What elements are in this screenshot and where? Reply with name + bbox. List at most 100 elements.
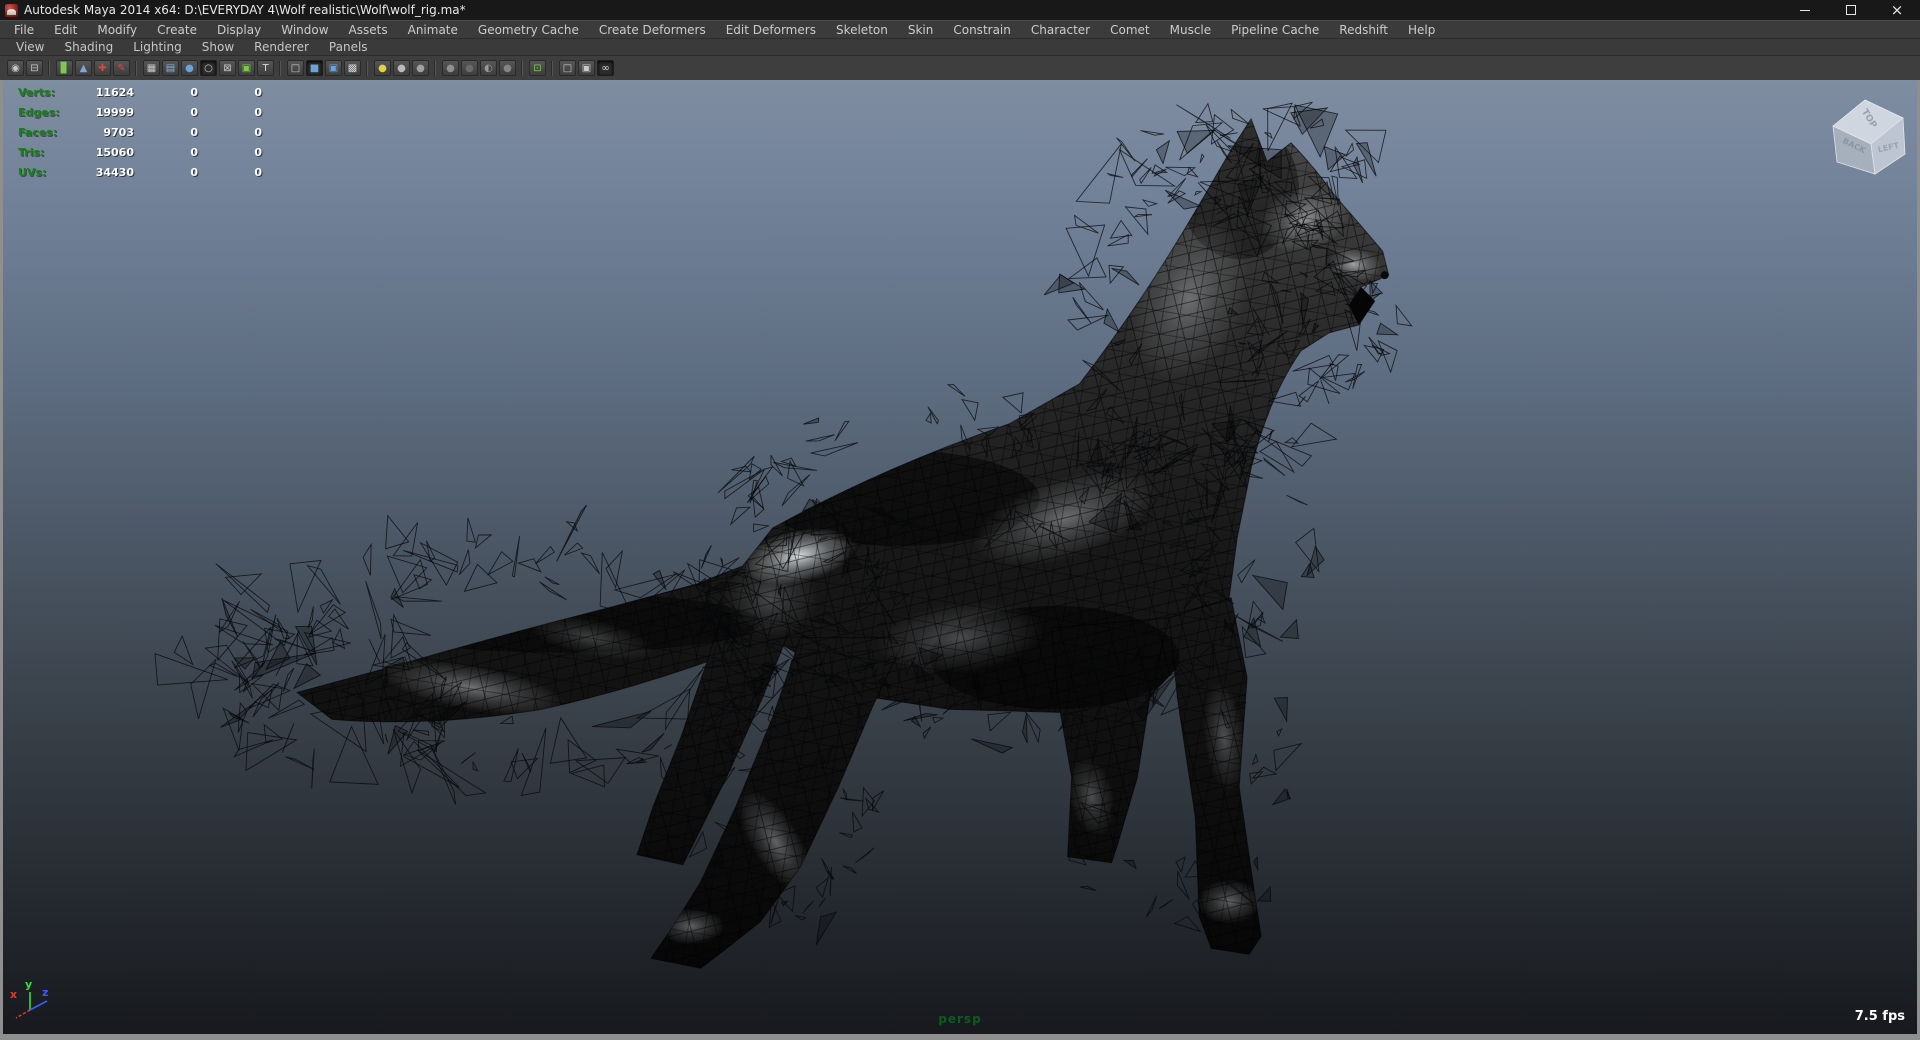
- menu-character[interactable]: Character: [1021, 23, 1100, 37]
- hud-label: Faces:: [18, 125, 58, 139]
- toolbar-separator: [279, 60, 282, 76]
- hud-row: Verts: 11624 0 0: [18, 82, 262, 102]
- wolf-nose: [1380, 271, 1389, 280]
- bookmark-icon[interactable]: ▊: [56, 60, 73, 76]
- restore-icon: [1846, 2, 1859, 15]
- gate-mask-icon[interactable]: ○: [200, 60, 217, 76]
- xray-active-components-icon[interactable]: ▣: [578, 60, 595, 76]
- menu-create[interactable]: Create: [147, 23, 207, 37]
- panel-menu-shading[interactable]: Shading: [54, 40, 123, 54]
- hud-row: Faces: 9703 0 0: [18, 122, 262, 142]
- hud-c2: 0: [190, 85, 198, 99]
- hud-c2: 0: [190, 105, 198, 119]
- panel-menu-view[interactable]: View: [6, 40, 54, 54]
- toolbar-separator: [366, 60, 369, 76]
- safe-action-icon[interactable]: ▣: [238, 60, 255, 76]
- menu-file[interactable]: File: [4, 23, 44, 37]
- panel-menu-lighting[interactable]: Lighting: [123, 40, 192, 54]
- resolution-gate-icon[interactable]: ●: [181, 60, 198, 76]
- menu-edit[interactable]: Edit: [44, 23, 87, 37]
- menu-comet[interactable]: Comet: [1100, 23, 1160, 37]
- menu-display[interactable]: Display: [207, 23, 271, 37]
- film-gate-icon[interactable]: ▤: [162, 60, 179, 76]
- toolbar-separator: [135, 60, 138, 76]
- use-all-lights-icon[interactable]: ●: [374, 60, 391, 76]
- close-button[interactable]: ×: [1874, 0, 1920, 20]
- motion-blur-icon[interactable]: ◐: [480, 60, 497, 76]
- minimize-button[interactable]: [1782, 0, 1828, 20]
- panel-menu-renderer[interactable]: Renderer: [244, 40, 319, 54]
- title-bar: Autodesk Maya 2014 x64: D:\EVERYDAY 4\Wo…: [0, 0, 1920, 20]
- window-controls: ×: [1782, 0, 1920, 20]
- panel-menu-show[interactable]: Show: [192, 40, 244, 54]
- depth-of-field-icon[interactable]: ●: [499, 60, 516, 76]
- hud-c2: 0: [190, 145, 198, 159]
- hud-val: 9703: [103, 125, 134, 139]
- wireframe-on-shaded-icon[interactable]: ▣: [325, 60, 342, 76]
- z-axis-label: z: [42, 986, 48, 999]
- menu-assets[interactable]: Assets: [339, 23, 398, 37]
- maya-logo-icon: [5, 3, 18, 17]
- hud-val: 15060: [95, 145, 134, 159]
- shaded-icon[interactable]: ■: [306, 60, 323, 76]
- image-plane-icon[interactable]: ▲: [75, 60, 92, 76]
- grease-pencil-icon[interactable]: ✎: [113, 60, 130, 76]
- restore-button[interactable]: [1828, 0, 1874, 20]
- hud-c2: 0: [190, 165, 198, 179]
- ssao-icon[interactable]: ●: [461, 60, 478, 76]
- menu-redshift[interactable]: Redshift: [1329, 23, 1398, 37]
- menu-window[interactable]: Window: [271, 23, 338, 37]
- panel-menu-bar: View Shading Lighting Show Renderer Panels: [0, 38, 1920, 55]
- view-cube[interactable]: TOP BACK LEFT: [1821, 90, 1916, 185]
- xray-icon[interactable]: □: [559, 60, 576, 76]
- menu-constrain[interactable]: Constrain: [943, 23, 1021, 37]
- hud-val: 19999: [95, 105, 134, 119]
- hud-label: UVs:: [18, 165, 47, 179]
- toolbar-separator: [48, 60, 51, 76]
- menu-animate[interactable]: Animate: [398, 23, 468, 37]
- camera-attributes-icon[interactable]: ⊟: [26, 60, 43, 76]
- menu-geometry-cache[interactable]: Geometry Cache: [468, 23, 589, 37]
- menu-modify[interactable]: Modify: [87, 23, 147, 37]
- menu-create-deformers[interactable]: Create Deformers: [589, 23, 716, 37]
- toolbar-separator: [521, 60, 524, 76]
- grid-icon[interactable]: ▦: [143, 60, 160, 76]
- textured-icon[interactable]: ▩: [344, 60, 361, 76]
- hud-label: Tris:: [18, 145, 45, 159]
- close-icon: ×: [1890, 0, 1904, 19]
- hud-label: Verts:: [18, 85, 56, 99]
- hud-row: UVs: 34430 0 0: [18, 162, 262, 182]
- camera-name-label: persp: [938, 1012, 982, 1026]
- isolate-select-icon[interactable]: ⊡: [529, 60, 546, 76]
- shadows-icon[interactable]: ●: [442, 60, 459, 76]
- x-axis-label: x: [10, 988, 17, 1001]
- pan-zoom-icon[interactable]: ✚: [94, 60, 111, 76]
- menu-help[interactable]: Help: [1398, 23, 1445, 37]
- menu-pipeline-cache[interactable]: Pipeline Cache: [1221, 23, 1329, 37]
- menu-skin[interactable]: Skin: [898, 23, 944, 37]
- hud-c3: 0: [254, 85, 262, 99]
- main-menu-bar: File Edit Modify Create Display Window Assets A…: [0, 20, 1920, 38]
- select-camera-icon[interactable]: ◉: [7, 60, 24, 76]
- y-axis-label: y: [25, 978, 32, 991]
- window-title: Autodesk Maya 2014 x64: D:\EVERYDAY 4\Wo…: [24, 3, 466, 17]
- flat-light-icon[interactable]: ●: [412, 60, 429, 76]
- link-icon[interactable]: ∞: [597, 60, 614, 76]
- menu-skeleton[interactable]: Skeleton: [826, 23, 898, 37]
- fps-counter: 7.5 fps: [1854, 1009, 1905, 1024]
- menu-edit-deformers[interactable]: Edit Deformers: [716, 23, 826, 37]
- hud-label: Edges:: [18, 105, 60, 119]
- hud-row: Tris: 15060 0 0: [18, 142, 262, 162]
- ambient-light-icon[interactable]: ●: [393, 60, 410, 76]
- perspective-viewport[interactable]: Verts: 11624 0 0 Edges: 19999 0 0 Faces: 9703 0 0 Tr…: [0, 80, 1920, 1040]
- hud-c3: 0: [254, 125, 262, 139]
- panel-menu-panels[interactable]: Panels: [319, 40, 378, 54]
- menu-muscle[interactable]: Muscle: [1160, 23, 1222, 37]
- field-chart-icon[interactable]: ⊠: [219, 60, 236, 76]
- hud-val: 11624: [95, 85, 134, 99]
- toolbar-separator: [434, 60, 437, 76]
- hud-c3: 0: [254, 105, 262, 119]
- wireframe-icon[interactable]: □: [287, 60, 304, 76]
- safe-title-icon[interactable]: T: [257, 60, 274, 76]
- wolf-model[interactable]: [3, 80, 1917, 1034]
